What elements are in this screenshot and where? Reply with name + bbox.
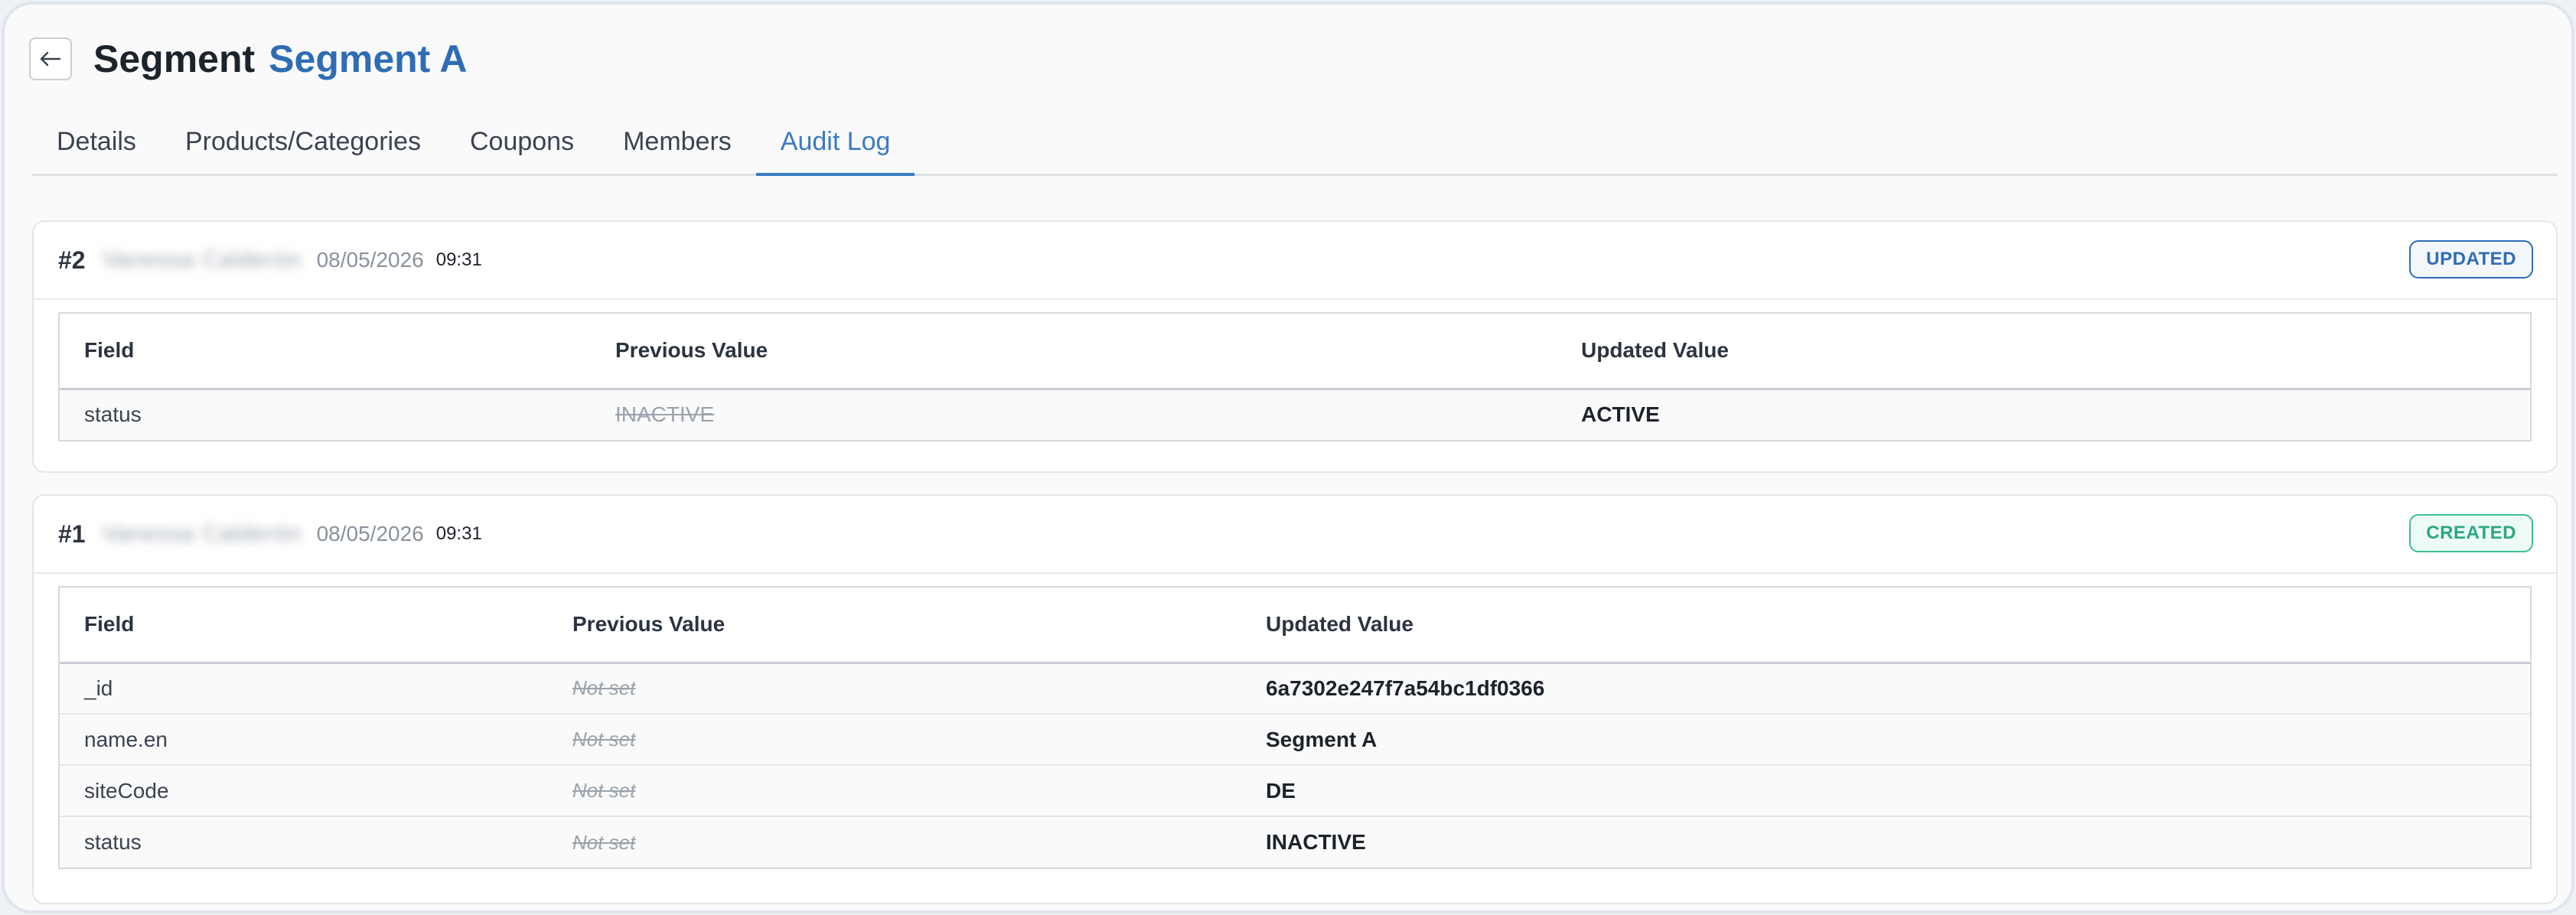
updated-value-cell: INACTIVE [1241, 816, 2530, 868]
tab-details[interactable]: Details [32, 110, 161, 176]
column-header-updated: Updated Value [1557, 314, 2530, 390]
field-cell: _id [60, 663, 548, 715]
entry-number: #1 [58, 519, 86, 548]
updated-value-cell: DE [1241, 765, 2530, 817]
field-cell: siteCode [60, 765, 548, 817]
column-header-field: Field [60, 314, 591, 390]
app-frame: Segment Segment A Details Products/Categ… [2, 2, 2574, 913]
table-row: _id Not set 6a7302e247f7a54bc1df0366 [60, 663, 2530, 715]
tab-coupons[interactable]: Coupons [445, 110, 598, 176]
entry-number: #2 [58, 246, 86, 274]
previous-value-cell: Not set [548, 663, 1241, 715]
page-header: Segment Segment A [29, 35, 467, 83]
entry-date: 08/05/2026 [316, 248, 424, 272]
tab-members[interactable]: Members [598, 110, 756, 176]
updated-value-cell: ACTIVE [1557, 389, 2530, 440]
table-row: status Not set INACTIVE [60, 816, 2530, 868]
entry-author: Vanessa Calderón [102, 521, 302, 546]
table-row: siteCode Not set DE [60, 765, 2530, 817]
audit-entry-header: #1 Vanessa Calderón 08/05/2026 09:31 CRE… [34, 496, 2556, 574]
updated-value-cell: 6a7302e247f7a54bc1df0366 [1241, 663, 2530, 715]
audit-entry-header: #2 Vanessa Calderón 08/05/2026 09:31 UPD… [34, 222, 2556, 300]
field-cell: status [60, 389, 591, 440]
updated-value-cell: Segment A [1241, 714, 2530, 766]
audit-entry: #1 Vanessa Calderón 08/05/2026 09:31 CRE… [32, 494, 2558, 904]
tab-products-categories[interactable]: Products/Categories [161, 110, 445, 176]
changes-table: Field Previous Value Updated Value statu… [58, 312, 2532, 441]
page-title-label: Segment [93, 37, 256, 80]
previous-value-cell: Not set [548, 765, 1241, 817]
previous-value-cell: Not set [548, 816, 1241, 868]
column-header-updated: Updated Value [1241, 588, 2530, 664]
changes-table: Field Previous Value Updated Value _id N… [58, 586, 2532, 869]
entry-time: 09:31 [435, 523, 482, 544]
tab-bar: Details Products/Categories Coupons Memb… [32, 110, 2558, 176]
audit-entry: #2 Vanessa Calderón 08/05/2026 09:31 UPD… [32, 220, 2558, 473]
column-header-previous: Previous Value [591, 314, 1557, 390]
field-cell: status [60, 816, 548, 868]
arrow-left-icon [40, 51, 61, 67]
table-row: name.en Not set Segment A [60, 714, 2530, 766]
previous-value-cell: Not set [548, 714, 1241, 766]
back-button[interactable] [29, 37, 72, 80]
status-badge: CREATED [2409, 514, 2533, 552]
previous-value-cell: INACTIVE [591, 389, 1557, 440]
segment-name: Segment A [269, 37, 468, 80]
table-header-row: Field Previous Value Updated Value [60, 588, 2530, 664]
entry-date: 08/05/2026 [316, 522, 424, 545]
status-badge: UPDATED [2409, 240, 2533, 278]
column-header-field: Field [60, 588, 548, 664]
column-header-previous: Previous Value [548, 588, 1241, 664]
entry-author: Vanessa Calderón [102, 247, 302, 272]
table-row: status INACTIVE ACTIVE [60, 389, 2530, 440]
field-cell: name.en [60, 714, 548, 766]
tab-audit-log[interactable]: Audit Log [755, 110, 915, 176]
entry-time: 09:31 [435, 249, 482, 270]
table-header-row: Field Previous Value Updated Value [60, 314, 2530, 390]
